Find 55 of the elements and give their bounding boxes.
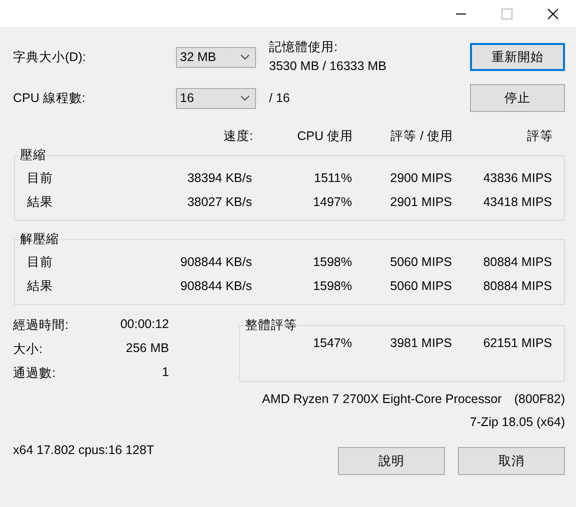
help-button[interactable]: 說明 (338, 447, 445, 475)
group-title: 解壓縮 (20, 231, 59, 248)
table-cell-text: 1497% (312, 195, 352, 209)
row-label: 目前 (27, 254, 54, 270)
close-icon (547, 8, 559, 20)
row-label: 目前 (27, 170, 54, 186)
stop-button[interactable]: 停止 (470, 84, 565, 112)
cancel-button[interactable]: 取消 (458, 447, 565, 475)
thread-total: / 16 (269, 91, 291, 105)
column-header: CPU 使用 (296, 128, 353, 145)
column-header: 速度: (222, 128, 253, 145)
stat-value: 1 (161, 365, 169, 381)
build-info: x64 17.802 cpus:16 128T (13, 443, 156, 457)
row-label: 結果 (27, 194, 54, 210)
setting-label: CPU 線程數: (13, 90, 86, 106)
column-header: 評等 (526, 128, 553, 145)
table-cell-text: 5060 MIPS (389, 279, 452, 293)
setting-label: 字典大小(D): (13, 48, 87, 66)
thread-count-dropdown[interactable]: 16 (176, 88, 256, 108)
group-title: 整體評等 (245, 317, 297, 334)
table-cell-text: 1547% (312, 336, 352, 350)
version-text: 7-Zip 18.05 (x64) (470, 415, 565, 429)
table-cell-text: 2901 MIPS (389, 195, 452, 209)
row-label: 結果 (27, 278, 54, 294)
maximize-icon (501, 8, 513, 20)
stat-value: 00:00:12 (119, 317, 169, 333)
stat-label: 大小: (13, 341, 44, 358)
table-cell-text: 62151 MIPS (482, 336, 552, 350)
table-cell-text: 3981 MIPS (389, 336, 452, 350)
table-cell-text: 38394 KB/s (186, 171, 252, 185)
stat-label: 經過時間: (13, 317, 70, 334)
table-cell-text: 80884 MIPS (482, 279, 552, 293)
table-cell-text: 5060 MIPS (389, 255, 452, 269)
table-cell-text: 80884 MIPS (482, 255, 552, 269)
memory-value: 3530 MB / 16333 MB (269, 59, 388, 73)
table-cell-text: 908844 KB/s (179, 255, 252, 269)
table-cell-text: 1511% (313, 171, 352, 185)
stat-label: 通過數: (13, 365, 56, 382)
memory-label: 記憶體使用: (269, 39, 338, 56)
table-cell-text: 43836 MIPS (482, 171, 552, 185)
table-cell-text: 1598% (312, 255, 352, 269)
table-cell-text: 1598% (312, 279, 352, 293)
group-title: 壓縮 (20, 147, 46, 164)
caret-icon (240, 54, 250, 60)
cpu-name: AMD Ryzen 7 2700X Eight-Core Processor (262, 392, 502, 406)
caret-icon (240, 95, 250, 101)
table-cell-text: 38027 KB/s (186, 195, 252, 209)
column-header: 評等 / 使用 (390, 128, 453, 145)
restart-button[interactable]: 重新開始 (470, 43, 565, 71)
stat-value: 256 MB (124, 341, 169, 357)
table-cell-text: 43418 MIPS (482, 195, 552, 209)
table-cell-text: 908844 KB/s (179, 279, 252, 293)
table-cell-text: 2900 MIPS (389, 171, 452, 185)
cpu-id: (800F82) (514, 392, 565, 406)
dictionary-size-dropdown[interactable]: 32 MB (176, 46, 256, 68)
